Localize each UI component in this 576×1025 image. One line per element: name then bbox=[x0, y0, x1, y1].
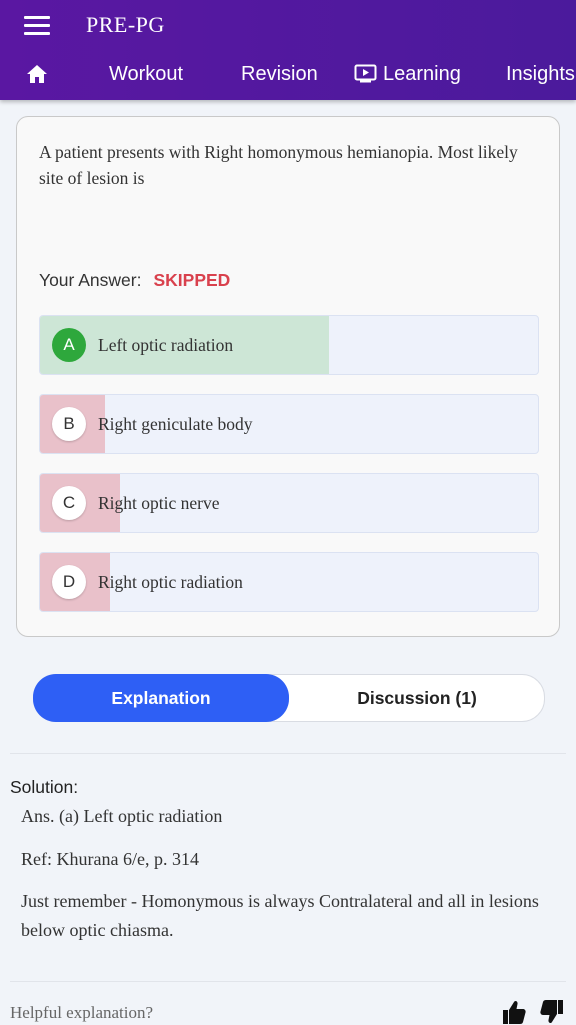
nav-item-insights[interactable]: Insights bbox=[506, 52, 575, 96]
hamburger-menu-icon[interactable] bbox=[24, 16, 50, 36]
top-nav: Workout Revision Learning Insights bbox=[0, 52, 576, 96]
option-b-letter: B bbox=[52, 407, 86, 441]
option-c-text: Right optic nerve bbox=[98, 493, 220, 513]
option-c[interactable]: C Right optic nerve bbox=[39, 473, 539, 533]
nav-item-revision[interactable]: Revision bbox=[241, 52, 318, 96]
app-bar: PRE-PG Workout Revision Learning Insight… bbox=[0, 0, 576, 100]
divider bbox=[10, 753, 566, 754]
option-d[interactable]: D Right optic radiation bbox=[39, 552, 539, 612]
nav-item-learning[interactable]: Learning bbox=[354, 52, 461, 96]
tab-explanation[interactable]: Explanation bbox=[33, 674, 289, 722]
solution-reference: Ref: Khurana 6/e, p. 314 bbox=[21, 849, 199, 869]
option-a-text: Left optic radiation bbox=[98, 335, 234, 355]
solution-answer: Ans. (a) Left optic radiation bbox=[21, 806, 223, 826]
video-icon bbox=[354, 64, 377, 83]
your-answer-label: Your Answer: bbox=[39, 270, 142, 290]
thumbs-down-icon[interactable] bbox=[540, 999, 564, 1025]
nav-item-workout[interactable]: Workout bbox=[109, 52, 183, 96]
option-d-text: Right optic radiation bbox=[98, 572, 243, 592]
solution-note: Just remember - Homonymous is always Con… bbox=[21, 891, 539, 940]
option-c-letter: C bbox=[52, 486, 86, 520]
option-a-letter: A bbox=[52, 328, 86, 362]
divider bbox=[10, 981, 566, 982]
explanation-discussion-tabs: Explanation Discussion (1) bbox=[33, 674, 545, 722]
tab-discussion[interactable]: Discussion (1) bbox=[290, 675, 544, 721]
option-b[interactable]: B Right geniculate body bbox=[39, 394, 539, 454]
helpful-prompt: Helpful explanation? bbox=[10, 1003, 154, 1022]
option-d-letter: D bbox=[52, 565, 86, 599]
solution-title: Solution: bbox=[10, 777, 79, 797]
option-b-text: Right geniculate body bbox=[98, 414, 253, 434]
nav-item-learning-label: Learning bbox=[383, 63, 461, 85]
option-a[interactable]: A Left optic radiation bbox=[39, 315, 539, 375]
home-icon[interactable] bbox=[26, 64, 48, 84]
answer-status-badge: SKIPPED bbox=[153, 270, 231, 290]
app-title: PRE-PG bbox=[86, 12, 165, 37]
your-answer-row: Your Answer: SKIPPED bbox=[39, 270, 230, 291]
thumbs-up-icon[interactable] bbox=[502, 999, 526, 1025]
question-card: A patient presents with Right homonymous… bbox=[16, 116, 560, 637]
question-text: A patient presents with Right homonymous… bbox=[39, 142, 518, 188]
